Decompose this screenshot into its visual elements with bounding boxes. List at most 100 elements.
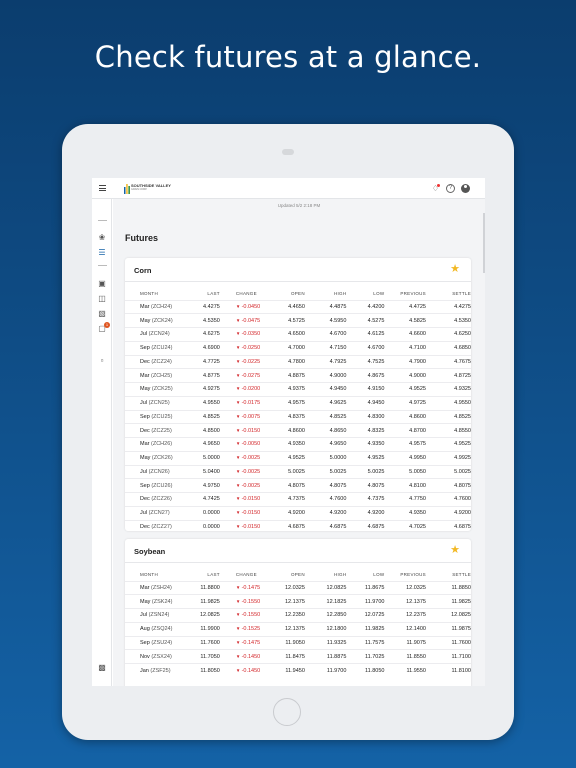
cell-high: 4.9200 (304, 505, 347, 520)
cell-chg: ▼ -0.0150 (221, 423, 271, 438)
table-row[interactable]: May (ZCK25) 4.9275 ▼ -0.0200 4.9375 4.9450 4.… (125, 382, 471, 397)
change-value: -0.1450 (241, 653, 261, 660)
month-label: Jul (140, 400, 148, 407)
cell-high: 4.9450 (304, 382, 347, 397)
table-row[interactable]: Jan (ZSF25) 11.8050 ▼ -0.1450 11.9450 11.970… (125, 663, 471, 678)
table-row[interactable]: May (ZSK24) 11.9825 ▼ -0.1550 12.1375 12.182… (125, 594, 471, 609)
star-icon[interactable]: ★ (450, 263, 460, 275)
cell-low: 4.5275 (346, 313, 385, 328)
cell-prev: 4.9350 (384, 505, 426, 520)
table-row[interactable]: Jul (ZCN25) 4.9550 ▼ -0.0175 4.9575 4.9625 4.… (125, 395, 471, 410)
cell-high: 12.1800 (304, 621, 347, 636)
contract-month: Mar (ZCH25) (125, 368, 195, 383)
column-header: LOW (373, 290, 385, 296)
cell-open: 4.9525 (270, 450, 305, 465)
cell-last: 4.7725 (194, 354, 222, 369)
cell-prev: 12.0325 (384, 580, 426, 595)
cell-last: 4.9275 (194, 382, 222, 397)
cell-last: 11.9900 (194, 621, 222, 636)
main-content: Updated 5/2 2:18 PM Futures Corn ★ MONTH… (113, 199, 485, 686)
cell-settle: 11.8100 (425, 663, 471, 678)
month-label: Mar (140, 303, 150, 310)
change-value: -0.0350 (241, 331, 261, 338)
cell-settle: 4.9200 (425, 505, 471, 520)
cell-open: 4.8600 (270, 423, 305, 438)
month-label: Jan (140, 667, 149, 674)
nav-divider (98, 265, 107, 266)
cell-chg: ▼ -0.1450 (221, 663, 271, 678)
table-row[interactable]: Jul (ZSN24) 12.0825 ▼ -0.1550 12.2350 12.285… (125, 608, 471, 623)
card-title: Corn (134, 266, 152, 275)
table-row[interactable]: Aug (ZSQ24) 11.9900 ▼ -0.1525 12.1375 12.180… (125, 621, 471, 636)
contract-month: Dec (ZCZ27) (125, 519, 195, 534)
contract-icon[interactable]: ▫ (97, 356, 107, 366)
calendar-icon[interactable]: ▣ (97, 279, 107, 289)
contract-code: (ZCZ26) (151, 496, 172, 503)
month-label: May (140, 598, 151, 605)
contract-month: Jan (ZSF25) (125, 663, 195, 678)
table-row[interactable]: May (ZCK24) 4.5350 ▼ -0.0475 4.5725 4.5950 4.… (125, 313, 471, 328)
cell-settle: 4.9550 (425, 395, 471, 410)
cell-open: 4.7800 (270, 354, 305, 369)
contract-code: (ZSU24) (151, 639, 173, 646)
cell-open: 4.7000 (270, 340, 305, 355)
cell-low: 11.8050 (346, 663, 385, 678)
contract-code: (ZCK25) (151, 386, 173, 393)
column-header: LAST (207, 571, 220, 577)
table-row[interactable]: Jul (ZCN26) 5.0400 ▼ -0.0025 5.0025 5.0025 5.… (125, 464, 471, 479)
cell-chg: ▼ -0.1475 (221, 580, 271, 595)
document-icon[interactable]: ▩ (97, 663, 107, 673)
cell-prev: 12.2375 (384, 608, 426, 623)
table-row[interactable]: May (ZCK26) 5.0000 ▼ -0.0025 4.9525 5.0000 4.… (125, 450, 471, 465)
cell-low: 4.6700 (346, 340, 385, 355)
cell-settle: 4.9925 (425, 450, 471, 465)
star-icon[interactable]: ★ (450, 544, 460, 556)
contract-code: (ZCK26) (151, 455, 173, 462)
contract-month: Mar (ZCH26) (125, 437, 195, 452)
cell-low: 11.7575 (346, 635, 385, 650)
contract-month: May (ZCK25) (125, 382, 195, 397)
table-row[interactable]: Mar (ZCH26) 4.9650 ▼ -0.0050 4.9350 4.9650 4.… (125, 437, 471, 452)
table-row[interactable]: Dec (ZCZ25) 4.8500 ▼ -0.0150 4.8600 4.8650 4.… (125, 423, 471, 438)
soybean-card: Soybean ★ MONTH LAST CHANGE OPEN HIGH LOW PREV… (125, 539, 471, 686)
table-row[interactable]: Jul (ZCN24) 4.6275 ▼ -0.0350 4.6500 4.6700 4.… (125, 327, 471, 342)
contract-month: Jul (ZCN25) (125, 395, 195, 410)
cell-settle: 11.7600 (425, 635, 471, 650)
table-row[interactable]: Sep (ZCU25) 4.8525 ▼ -0.0075 4.8375 4.8525 4.… (125, 409, 471, 424)
help-icon[interactable]: ? (446, 184, 455, 193)
bell-icon[interactable]: ♢ (431, 184, 440, 193)
cell-high: 4.5950 (304, 313, 347, 328)
table-row[interactable]: Nov (ZSX24) 11.7050 ▼ -0.1450 11.8475 11.887… (125, 649, 471, 664)
table-row[interactable]: Sep (ZCU26) 4.9750 ▼ -0.0025 4.8075 4.8075 4.… (125, 478, 471, 493)
table-row[interactable]: Dec (ZCZ26) 4.7425 ▼ -0.0150 4.7375 4.7600 4.… (125, 492, 471, 507)
home-button[interactable] (273, 698, 301, 726)
column-header: HIGH (333, 290, 347, 296)
menu-icon[interactable] (99, 185, 106, 191)
table-row[interactable]: Dec (ZCZ27) 0.0000 ▼ -0.0150 4.6875 4.6875 4.… (125, 519, 471, 534)
cell-high: 12.1825 (304, 594, 347, 609)
table-row[interactable]: Mar (ZSH24) 11.8800 ▼ -0.1475 12.0325 12.082… (125, 580, 471, 595)
table-row[interactable]: Mar (ZCH25) 4.8775 ▼ -0.0275 4.8875 4.9000 4.… (125, 368, 471, 383)
table-row[interactable]: Sep (ZCU24) 4.6900 ▼ -0.0250 4.7000 4.7150 4.… (125, 340, 471, 355)
scrollbar[interactable] (483, 213, 485, 273)
leaf-icon[interactable]: ❀ (97, 233, 107, 243)
silo-icon[interactable]: ▧ (97, 309, 107, 319)
cell-low: 4.4200 (346, 299, 385, 314)
book-icon[interactable]: ◫ (97, 294, 107, 304)
cell-low: 4.9150 (346, 382, 385, 397)
contract-code: (ZCN24) (148, 331, 170, 338)
table-row[interactable]: Mar (ZCH24) 4.4275 ▼ -0.0450 4.4650 4.4875 4.… (125, 299, 471, 314)
cell-last: 5.0400 (194, 464, 222, 479)
cell-high: 4.7925 (304, 354, 347, 369)
user-icon[interactable] (461, 184, 470, 193)
table-row[interactable]: Dec (ZCZ24) 4.7725 ▼ -0.0225 4.7800 4.7925 4.… (125, 354, 471, 369)
table-row[interactable]: Jul (ZCN27) 0.0000 ▼ -0.0150 4.9200 4.9200 4.… (125, 505, 471, 520)
cell-prev: 4.6600 (384, 327, 426, 342)
cell-chg: ▼ -0.0075 (221, 409, 271, 424)
cell-open: 4.7375 (270, 492, 305, 507)
inbox-icon[interactable]: ▢ 1 (97, 322, 110, 334)
chart-bars-icon[interactable]: ☰ (97, 248, 107, 258)
cell-high: 4.8525 (304, 409, 347, 424)
cell-chg: ▼ -0.1475 (221, 635, 271, 650)
table-row[interactable]: Sep (ZSU24) 11.7600 ▼ -0.1475 11.9050 11.932… (125, 635, 471, 650)
